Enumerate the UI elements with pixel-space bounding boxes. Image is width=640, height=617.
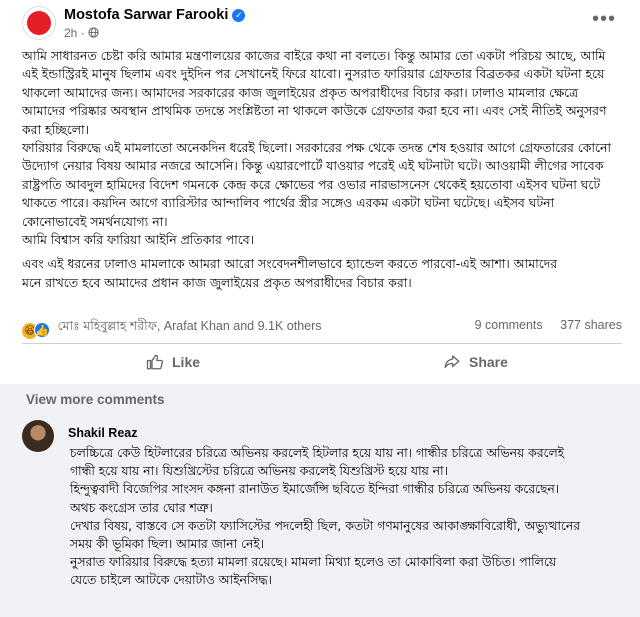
engagement-counts: 9 comments 377 shares [475, 318, 622, 332]
post-paragraph: আমি বিশ্বাস করি ফারিয়া আইনি প্রতিকার পা… [22, 232, 255, 248]
verified-badge-icon: ✓ [232, 9, 246, 22]
more-options-icon[interactable]: ••• [592, 8, 616, 31]
comment-line: হিন্দুত্ববাদী বিজেপির সাংসদ কঙ্গনা রানাউ… [70, 482, 560, 515]
post-card: Mostofa Sarwar Farooki ✓ 2h · ••• আমি সাধ… [0, 0, 640, 384]
view-more-comments-link[interactable]: View more comments [26, 392, 165, 407]
share-button[interactable]: Share [443, 352, 508, 372]
post-paragraph: এবং এই ধরনের ঢালাও মামলাকে আমরা আরো সংবে… [22, 256, 558, 272]
post-paragraph: আমি সাধারনত চেষ্টা করি আমার মন্ত্রণালয়ে… [22, 48, 607, 137]
post-paragraph: মনে রাখতে হবে আমাদের প্রধান কাজ জুলাইয়ে… [22, 274, 412, 290]
like-icon [146, 354, 164, 370]
post-author-name[interactable]: Mostofa Sarwar Farooki [64, 7, 228, 23]
globe-icon [88, 27, 99, 38]
share-icon [444, 355, 460, 368]
reactions-summary[interactable]: মোঃ মহিবুল্লাহ শরীফ, Arafat Khan and 9.1… [57, 319, 321, 333]
post-time[interactable]: 2h [64, 26, 77, 40]
comment-text: চলচ্চিত্রে কেউ হিটলারের চরিত্রে অভিনয় ক… [70, 444, 585, 590]
comment-line: দেখার বিষয়, বাস্তবে সে কতটা ফ্যাসিস্টের… [70, 518, 580, 552]
shares-count[interactable]: 377 shares [560, 318, 622, 332]
post-body: আমি সাধারনত চেষ্টা করি আমার মন্ত্রণালয়ে… [22, 47, 622, 292]
page-avatar[interactable] [22, 6, 56, 40]
post-author[interactable]: Mostofa Sarwar Farooki ✓ [64, 7, 246, 23]
post-meta: 2h · [64, 26, 99, 40]
comments-count[interactable]: 9 comments [475, 318, 543, 332]
like-reaction-icon[interactable]: 👍 [34, 322, 50, 338]
share-label: Share [469, 354, 508, 370]
comment-line: চলচ্চিত্রে কেউ হিটলারের চরিত্রে অভিনয় ক… [70, 446, 565, 479]
reactions-bar: 😆👍 মোঃ মহিবুল্লাহ শরীফ, Arafat Khan and … [22, 318, 622, 339]
comment-avatar[interactable] [22, 420, 54, 452]
like-label: Like [172, 354, 201, 370]
like-button[interactable]: Like [146, 352, 200, 372]
post-paragraph: ফারিয়ার বিরুদ্ধে এই মামলাতো অনেকদিন ধরে… [22, 140, 611, 229]
comment-line: নুসরাত ফারিয়ার বিরুদ্ধে হত্যা মামলা রয়… [70, 555, 557, 588]
divider [22, 343, 622, 344]
meta-separator: · [80, 26, 89, 40]
page-logo [27, 11, 51, 35]
comment-author[interactable]: Shakil Reaz [68, 426, 137, 440]
